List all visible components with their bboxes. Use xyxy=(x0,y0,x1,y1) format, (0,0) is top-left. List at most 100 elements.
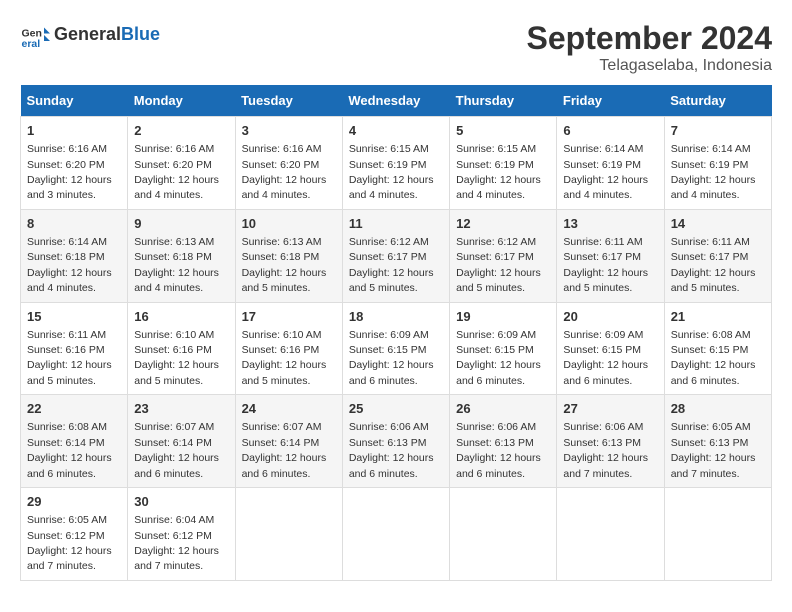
header-friday: Friday xyxy=(557,85,664,117)
sunrise-text: Sunrise: 6:11 AM xyxy=(27,329,106,341)
daylight-text: Daylight: 12 hours and 7 minutes. xyxy=(671,452,756,479)
sunset-text: Sunset: 6:19 PM xyxy=(349,159,427,171)
sunrise-text: Sunrise: 6:15 AM xyxy=(456,143,536,155)
sunrise-text: Sunrise: 6:05 AM xyxy=(27,514,107,526)
sunrise-text: Sunrise: 6:14 AM xyxy=(27,236,107,248)
table-row: 25Sunrise: 6:06 AMSunset: 6:13 PMDayligh… xyxy=(342,395,449,488)
day-number: 2 xyxy=(134,122,228,140)
svg-text:eral: eral xyxy=(22,38,41,50)
sunset-text: Sunset: 6:14 PM xyxy=(27,437,105,449)
location: Telagaselaba, Indonesia xyxy=(527,57,772,75)
sunset-text: Sunset: 6:18 PM xyxy=(242,251,320,263)
day-number: 22 xyxy=(27,400,121,418)
day-number: 1 xyxy=(27,122,121,140)
header-sunday: Sunday xyxy=(21,85,128,117)
sunset-text: Sunset: 6:17 PM xyxy=(671,251,749,263)
sunrise-text: Sunrise: 6:09 AM xyxy=(456,329,536,341)
daylight-text: Daylight: 12 hours and 3 minutes. xyxy=(27,174,112,201)
sunrise-text: Sunrise: 6:13 AM xyxy=(242,236,322,248)
sunrise-text: Sunrise: 6:04 AM xyxy=(134,514,214,526)
daylight-text: Daylight: 12 hours and 6 minutes. xyxy=(349,452,434,479)
table-row xyxy=(664,488,771,581)
daylight-text: Daylight: 12 hours and 5 minutes. xyxy=(242,267,327,294)
logo-text: GeneralBlue xyxy=(54,25,160,45)
sunset-text: Sunset: 6:14 PM xyxy=(134,437,212,449)
day-number: 21 xyxy=(671,308,765,326)
calendar-table: SundayMondayTuesdayWednesdayThursdayFrid… xyxy=(20,85,772,581)
page-header: Gen eral GeneralBlue September 2024 Tela… xyxy=(20,20,772,75)
daylight-text: Daylight: 12 hours and 6 minutes. xyxy=(456,452,541,479)
sunrise-text: Sunrise: 6:16 AM xyxy=(242,143,322,155)
day-number: 17 xyxy=(242,308,336,326)
sunset-text: Sunset: 6:12 PM xyxy=(27,530,105,542)
day-number: 10 xyxy=(242,215,336,233)
sunrise-text: Sunrise: 6:07 AM xyxy=(134,421,214,433)
day-number: 9 xyxy=(134,215,228,233)
header-saturday: Saturday xyxy=(664,85,771,117)
table-row xyxy=(450,488,557,581)
sunset-text: Sunset: 6:16 PM xyxy=(242,344,320,356)
table-row: 5Sunrise: 6:15 AMSunset: 6:19 PMDaylight… xyxy=(450,117,557,210)
table-row: 24Sunrise: 6:07 AMSunset: 6:14 PMDayligh… xyxy=(235,395,342,488)
sunset-text: Sunset: 6:20 PM xyxy=(242,159,320,171)
day-number: 30 xyxy=(134,493,228,511)
table-row: 30 Sunrise: 6:04 AM Sunset: 6:12 PM Dayligh… xyxy=(128,488,235,581)
table-row: 19Sunrise: 6:09 AMSunset: 6:15 PMDayligh… xyxy=(450,302,557,395)
sunset-text: Sunset: 6:17 PM xyxy=(563,251,641,263)
table-row: 4Sunrise: 6:15 AMSunset: 6:19 PMDaylight… xyxy=(342,117,449,210)
calendar-week-row: 29 Sunrise: 6:05 AM Sunset: 6:12 PM Dayligh… xyxy=(21,488,772,581)
table-row: 22Sunrise: 6:08 AMSunset: 6:14 PMDayligh… xyxy=(21,395,128,488)
sunset-text: Sunset: 6:13 PM xyxy=(563,437,641,449)
daylight-text: Daylight: 12 hours and 4 minutes. xyxy=(456,174,541,201)
calendar-week-row: 1 Sunrise: 6:16 AM Sunset: 6:20 PM Daylight… xyxy=(21,117,772,210)
sunset-text: Sunset: 6:12 PM xyxy=(134,530,212,542)
day-number: 29 xyxy=(27,493,121,511)
sunrise-text: Sunrise: 6:08 AM xyxy=(27,421,107,433)
daylight-text: Daylight: 12 hours and 4 minutes. xyxy=(134,267,219,294)
sunrise-text: Sunrise: 6:14 AM xyxy=(563,143,643,155)
sunset-text: Sunset: 6:16 PM xyxy=(27,344,105,356)
table-row: 3Sunrise: 6:16 AMSunset: 6:20 PMDaylight… xyxy=(235,117,342,210)
day-number: 26 xyxy=(456,400,550,418)
daylight-text: Daylight: 12 hours and 4 minutes. xyxy=(349,174,434,201)
table-row: 9Sunrise: 6:13 AMSunset: 6:18 PMDaylight… xyxy=(128,209,235,302)
sunset-text: Sunset: 6:18 PM xyxy=(134,251,212,263)
daylight-text: Daylight: 12 hours and 6 minutes. xyxy=(242,452,327,479)
sunset-text: Sunset: 6:13 PM xyxy=(456,437,534,449)
sunset-text: Sunset: 6:13 PM xyxy=(349,437,427,449)
table-row xyxy=(557,488,664,581)
daylight-text: Daylight: 12 hours and 5 minutes. xyxy=(563,267,648,294)
daylight-text: Daylight: 12 hours and 5 minutes. xyxy=(27,359,112,386)
daylight-text: Daylight: 12 hours and 6 minutes. xyxy=(671,359,756,386)
day-number: 6 xyxy=(563,122,657,140)
table-row xyxy=(342,488,449,581)
table-row xyxy=(235,488,342,581)
sunset-text: Sunset: 6:20 PM xyxy=(27,159,105,171)
sunset-text: Sunset: 6:15 PM xyxy=(349,344,427,356)
daylight-text: Daylight: 12 hours and 6 minutes. xyxy=(349,359,434,386)
table-row: 17Sunrise: 6:10 AMSunset: 6:16 PMDayligh… xyxy=(235,302,342,395)
daylight-text: Daylight: 12 hours and 5 minutes. xyxy=(242,359,327,386)
day-number: 13 xyxy=(563,215,657,233)
sunset-text: Sunset: 6:19 PM xyxy=(671,159,749,171)
daylight-text: Daylight: 12 hours and 7 minutes. xyxy=(563,452,648,479)
table-row: 11Sunrise: 6:12 AMSunset: 6:17 PMDayligh… xyxy=(342,209,449,302)
sunset-text: Sunset: 6:18 PM xyxy=(27,251,105,263)
table-row: 18Sunrise: 6:09 AMSunset: 6:15 PMDayligh… xyxy=(342,302,449,395)
sunrise-text: Sunrise: 6:10 AM xyxy=(134,329,214,341)
daylight-text: Daylight: 12 hours and 4 minutes. xyxy=(671,174,756,201)
table-row: 23Sunrise: 6:07 AMSunset: 6:14 PMDayligh… xyxy=(128,395,235,488)
header-wednesday: Wednesday xyxy=(342,85,449,117)
day-number: 7 xyxy=(671,122,765,140)
table-row: 20Sunrise: 6:09 AMSunset: 6:15 PMDayligh… xyxy=(557,302,664,395)
day-number: 18 xyxy=(349,308,443,326)
sunrise-text: Sunrise: 6:05 AM xyxy=(671,421,751,433)
sunrise-text: Sunrise: 6:12 AM xyxy=(456,236,536,248)
header-monday: Monday xyxy=(128,85,235,117)
calendar-header-row: SundayMondayTuesdayWednesdayThursdayFrid… xyxy=(21,85,772,117)
day-number: 5 xyxy=(456,122,550,140)
calendar-week-row: 15Sunrise: 6:11 AMSunset: 6:16 PMDayligh… xyxy=(21,302,772,395)
daylight-text: Daylight: 12 hours and 4 minutes. xyxy=(27,267,112,294)
daylight-text: Daylight: 12 hours and 7 minutes. xyxy=(134,545,219,572)
day-number: 27 xyxy=(563,400,657,418)
